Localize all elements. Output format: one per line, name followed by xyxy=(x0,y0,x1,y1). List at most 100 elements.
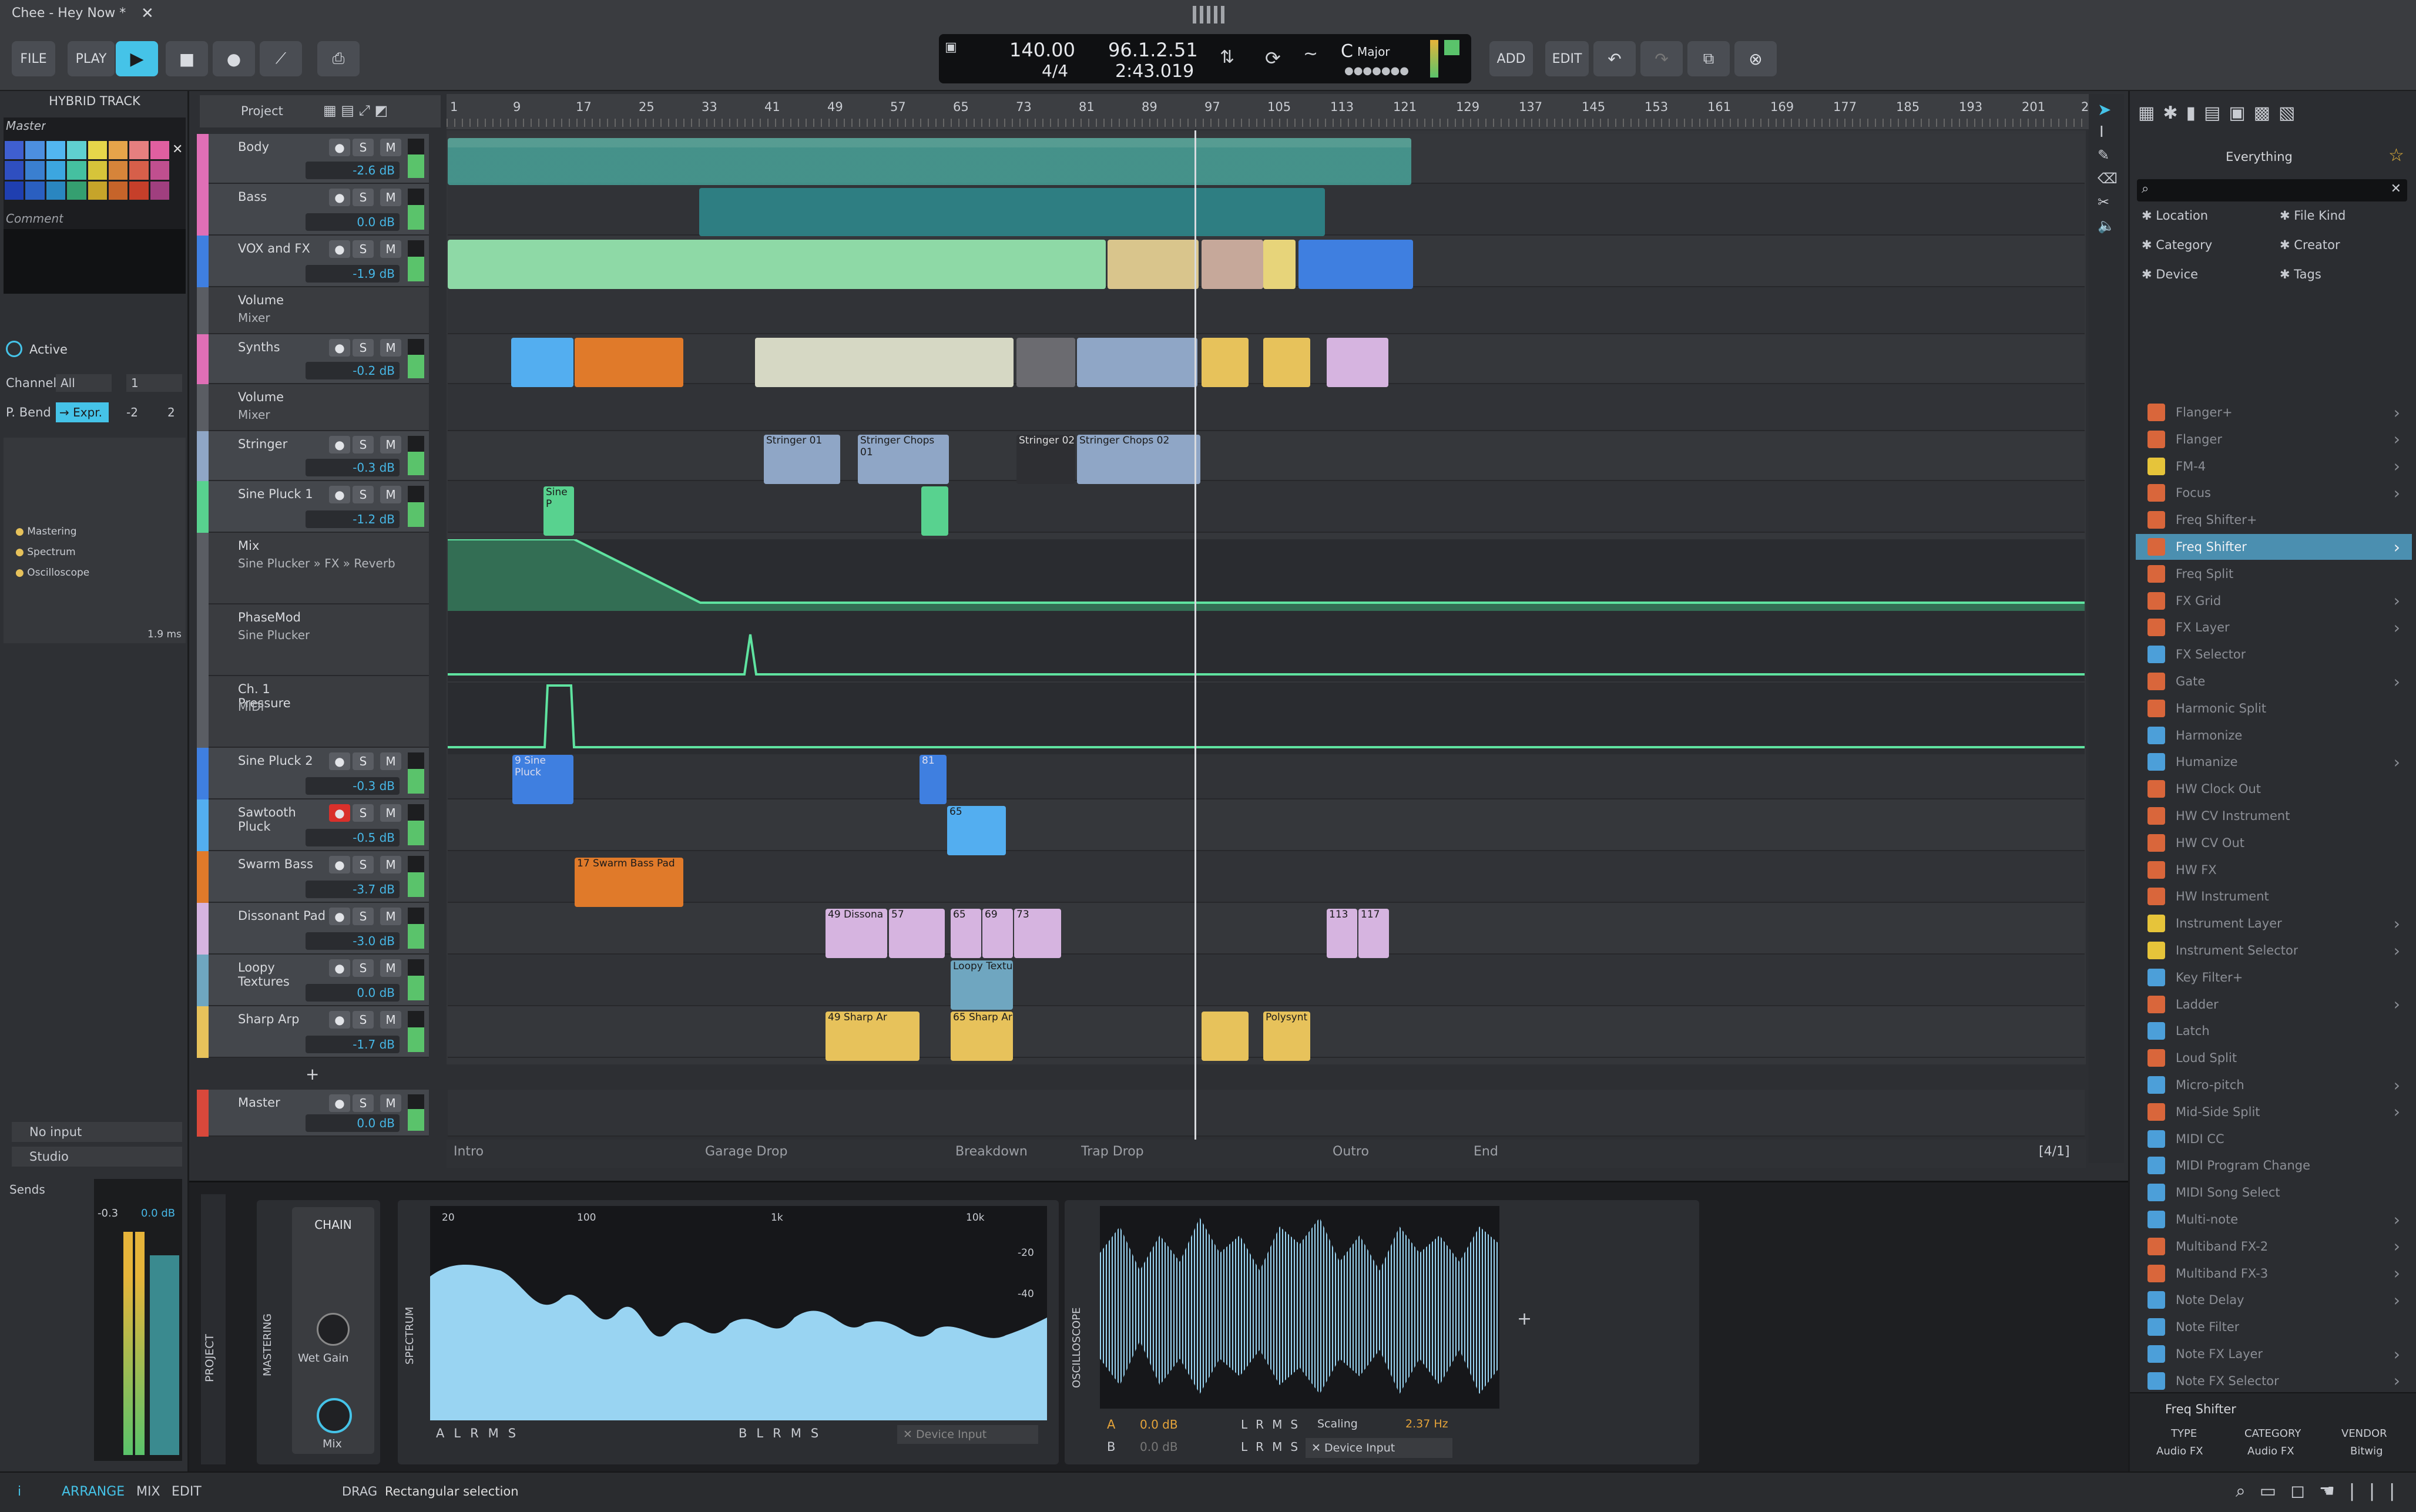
browser-item[interactable]: MIDI Program Change xyxy=(2136,1153,2412,1178)
solo-button[interactable]: S xyxy=(353,486,374,503)
track-header[interactable]: Stringer ● S M -0.3 dB xyxy=(209,431,429,481)
color-palette[interactable] xyxy=(5,141,169,200)
track-header[interactable]: Volume Mixer xyxy=(209,287,429,334)
synths-clip-8[interactable] xyxy=(1327,338,1388,387)
key-root[interactable]: C xyxy=(1341,41,1353,62)
mix-view-tab[interactable]: MIX xyxy=(136,1484,160,1499)
chevron-right-icon[interactable]: › xyxy=(2394,1210,2400,1229)
synths-clip-1[interactable] xyxy=(511,338,573,387)
track-name[interactable]: Swarm Bass xyxy=(238,857,326,871)
browser-item[interactable]: Harmonize xyxy=(2136,723,2412,748)
comment-field[interactable] xyxy=(4,229,186,294)
vox-clip-3[interactable] xyxy=(1202,240,1263,289)
metronome-button[interactable]: ⎙ xyxy=(317,41,360,76)
chevron-right-icon[interactable]: › xyxy=(2394,1237,2400,1256)
time-select-tool-icon[interactable]: I xyxy=(2099,123,2104,141)
record-arm-button[interactable]: ● xyxy=(329,240,350,258)
browser-search-input[interactable]: ⌕ ✕ xyxy=(2137,179,2407,201)
synths-clip-3[interactable] xyxy=(755,338,1014,387)
mute-button[interactable]: M xyxy=(380,752,401,770)
osc-b-db[interactable]: 0.0 dB xyxy=(1140,1440,1178,1454)
vox-clip-4[interactable] xyxy=(1263,240,1296,289)
record-arm-button[interactable]: ● xyxy=(329,139,350,156)
clear-search-icon[interactable]: ✕ xyxy=(2391,182,2401,196)
track-volume[interactable]: -3.0 dB xyxy=(306,932,400,950)
browser-item[interactable]: Instrument Layer › xyxy=(2136,910,2412,936)
groove-icon[interactable]: ∼ xyxy=(1303,43,1318,64)
solo-button[interactable]: S xyxy=(353,959,374,977)
track-header[interactable]: Swarm Bass ● S M -3.7 dB xyxy=(209,851,429,903)
track-name[interactable]: Body xyxy=(238,140,326,154)
browser-item[interactable]: Multi-note › xyxy=(2136,1207,2412,1232)
redo-button[interactable]: ↷ xyxy=(1640,41,1683,76)
fx-item-spectrum[interactable]: ● Spectrum xyxy=(15,546,168,562)
track-name[interactable]: Volume xyxy=(238,390,326,404)
track-lane[interactable] xyxy=(448,903,2085,955)
record-arm-button[interactable]: ● xyxy=(329,804,350,822)
info-icon[interactable]: i xyxy=(18,1484,21,1499)
record-button[interactable]: ● xyxy=(213,41,255,76)
stringer-01-clip[interactable]: Stringer 01 xyxy=(764,435,840,484)
track-name[interactable]: Sine Pluck 2 xyxy=(238,754,326,768)
track-lane[interactable] xyxy=(448,955,2085,1006)
track-header[interactable]: Sawtooth Pluck ● S M -0.5 dB xyxy=(209,799,429,851)
record-arm-button[interactable]: ● xyxy=(329,856,350,873)
track-volume[interactable]: -1.2 dB xyxy=(306,510,400,528)
chevron-right-icon[interactable]: › xyxy=(2394,1371,2400,1390)
browser-item[interactable]: Multiband FX-2 › xyxy=(2136,1234,2412,1259)
browser-item[interactable]: Focus › xyxy=(2136,480,2412,506)
position-time[interactable]: 2:43.019 xyxy=(1115,61,1194,82)
play-button[interactable]: ▶ xyxy=(116,41,158,76)
swarm-bass-clip[interactable]: 17 Swarm Bass Pad xyxy=(575,858,683,907)
sharp-arp-clip-97[interactable] xyxy=(1202,1012,1249,1061)
track-lane[interactable] xyxy=(448,799,2085,851)
track-name[interactable]: Dissonant Pad xyxy=(238,909,326,923)
browser-item[interactable]: HW CV Out xyxy=(2136,830,2412,856)
time-signature[interactable]: 4/4 xyxy=(1042,61,1068,80)
filter-device[interactable]: ✱ Device xyxy=(2142,267,2198,281)
record-arm-button[interactable]: ● xyxy=(329,959,350,977)
sine-pluck-1-clip[interactable]: Sine P xyxy=(543,486,574,536)
phasemod-automation-curve[interactable] xyxy=(448,611,2085,681)
track-name[interactable]: Volume xyxy=(238,293,326,307)
track-header[interactable]: Sharp Arp ● S M -1.7 dB xyxy=(209,1006,429,1058)
filter-location[interactable]: ✱ Location xyxy=(2142,209,2208,223)
solo-button[interactable]: S xyxy=(353,1094,374,1112)
browser-item[interactable]: Gate › xyxy=(2136,668,2412,694)
track-header[interactable]: Loopy Textures ● S M 0.0 dB xyxy=(209,955,429,1006)
track-name[interactable]: Sine Pluck 1 xyxy=(238,487,326,501)
automation-write-button[interactable]: ⟋ xyxy=(260,41,302,76)
track-volume[interactable]: -0.3 dB xyxy=(306,459,400,476)
track-header[interactable]: Bass ● S M 0.0 dB xyxy=(209,184,429,236)
bass-clip[interactable] xyxy=(699,188,1325,236)
marker-end[interactable]: End xyxy=(1474,1144,1498,1159)
stop-button[interactable]: ■ xyxy=(166,41,208,76)
pressure-automation-lane[interactable] xyxy=(448,683,2085,754)
track-header[interactable]: Synths ● S M -0.2 dB xyxy=(209,334,429,384)
playhead[interactable] xyxy=(1194,130,1196,1141)
project-label[interactable]: Project xyxy=(241,104,283,118)
tempo-display[interactable]: 140.00 xyxy=(1009,39,1075,61)
track-header[interactable]: PhaseMod Sine Plucker xyxy=(209,604,429,676)
vox-clip-5[interactable] xyxy=(1298,240,1413,289)
wet-gain-knob[interactable] xyxy=(317,1313,350,1346)
record-arm-button[interactable]: ● xyxy=(329,752,350,770)
punch-icon[interactable]: ⇅ xyxy=(1220,47,1234,68)
osc-b-channels[interactable]: LRMS xyxy=(1241,1440,1306,1454)
track-header[interactable]: Mix Sine Plucker » FX » Reverb xyxy=(209,533,429,604)
track-volume[interactable]: -0.5 dB xyxy=(306,829,400,846)
chevron-right-icon[interactable]: › xyxy=(2394,1076,2400,1095)
track-volume[interactable]: 0.0 dB xyxy=(306,984,400,1002)
browser-item[interactable]: Flanger+ › xyxy=(2136,399,2412,425)
stringer-chops-01-clip[interactable]: Stringer Chops 01 xyxy=(858,435,949,484)
sine-pluck-2-clip-2[interactable]: 81 xyxy=(920,755,947,804)
edit-view-tab[interactable]: EDIT xyxy=(172,1484,202,1499)
pointer-tool-icon[interactable]: ➤ xyxy=(2098,100,2111,119)
chevron-right-icon[interactable]: › xyxy=(2394,1291,2400,1310)
timeline-ruler[interactable]: 1 9 17 25 33 41 49 57 65 73 81 89 97 105 113 121 129 137 1… xyxy=(447,94,2092,129)
chevron-right-icon[interactable]: › xyxy=(2394,752,2400,772)
track-name[interactable]: Sharp Arp xyxy=(238,1012,326,1026)
mix-automation-curve[interactable] xyxy=(448,539,2085,611)
sine-pluck-2-clip[interactable]: 9 Sine Pluck xyxy=(512,755,573,804)
track-name[interactable]: Synths xyxy=(238,340,326,354)
